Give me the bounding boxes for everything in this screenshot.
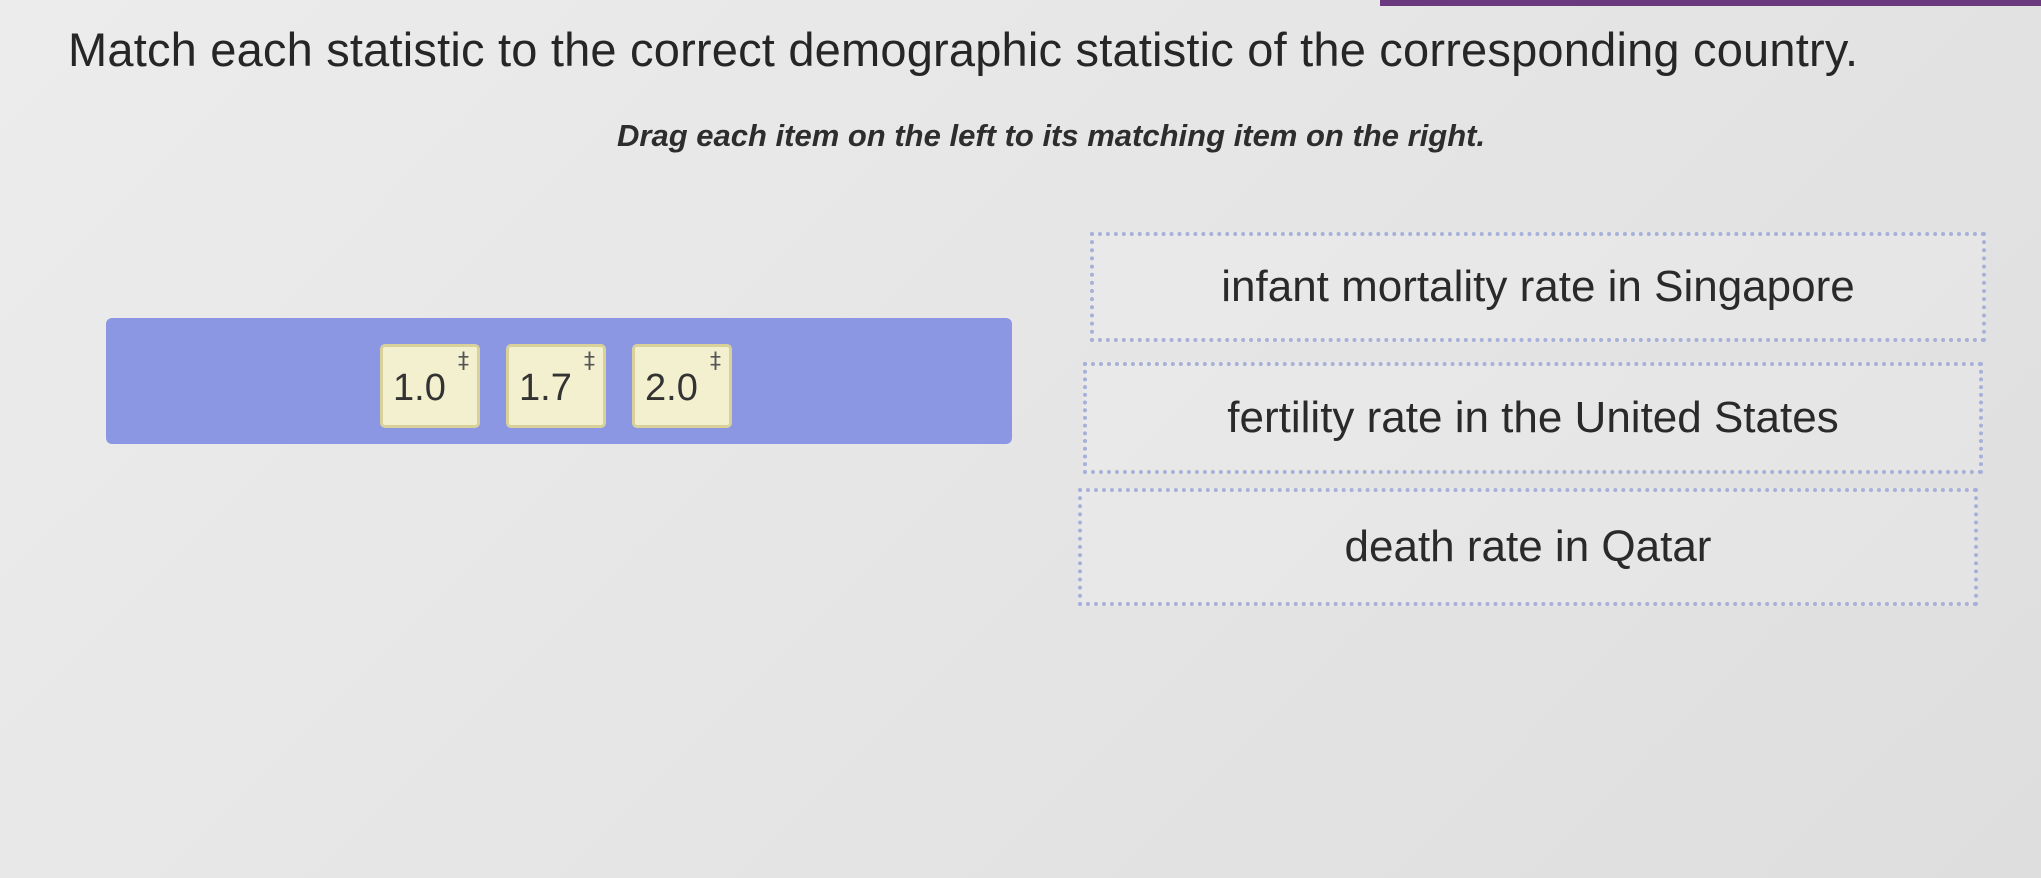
drop-target-2[interactable]: fertility rate in the United States: [1083, 362, 1983, 474]
question-text: Match each statistic to the correct demo…: [68, 23, 1859, 76]
draggable-item-1[interactable]: 1.0 ‡: [380, 344, 480, 428]
drop-target-label: fertility rate in the United States: [1227, 393, 1839, 442]
instruction-text: Drag each item on the left to its matchi…: [617, 118, 1486, 153]
drag-handle-icon: ‡: [458, 349, 469, 374]
draggable-item-label: 1.7: [519, 367, 572, 409]
drag-handle-icon: ‡: [710, 349, 721, 374]
draggable-item-2[interactable]: 1.7 ‡: [506, 344, 606, 428]
drop-target-1[interactable]: infant mortality rate in Singapore: [1090, 232, 1986, 342]
drop-target-3[interactable]: death rate in Qatar: [1078, 488, 1978, 606]
drop-target-label: death rate in Qatar: [1344, 522, 1712, 571]
drop-target-label: infant mortality rate in Singapore: [1221, 262, 1855, 311]
draggable-item-label: 2.0: [645, 367, 698, 409]
draggable-item-label: 1.0: [393, 367, 446, 409]
drag-handle-icon: ‡: [584, 349, 595, 374]
top-accent-bar: [1380, 0, 2041, 6]
draggable-item-3[interactable]: 2.0 ‡: [632, 344, 732, 428]
